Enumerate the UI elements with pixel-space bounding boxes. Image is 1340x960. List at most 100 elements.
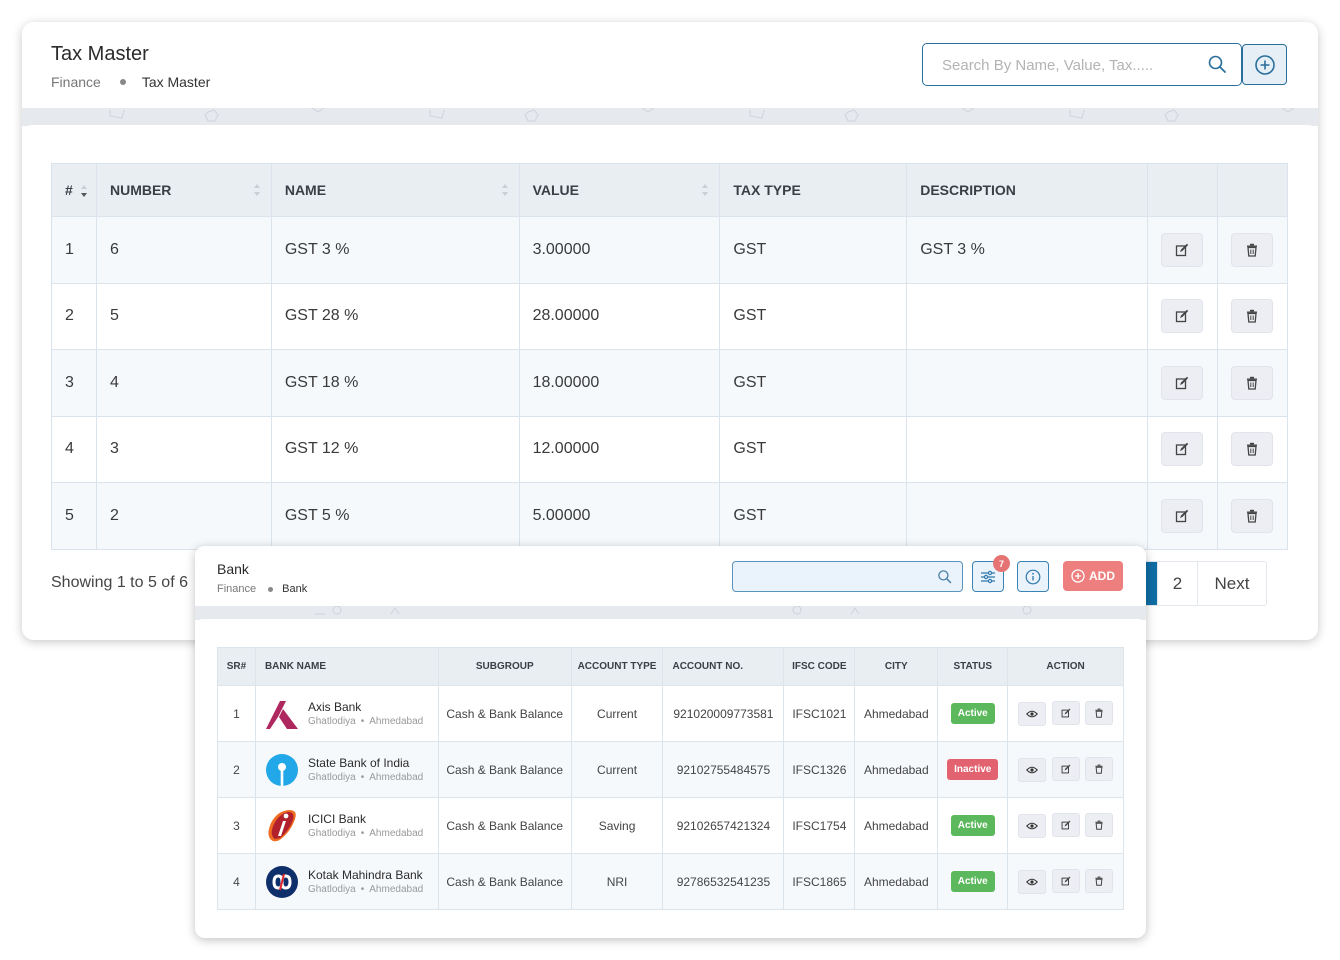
sort-desc-icon	[80, 185, 87, 198]
trash-icon	[1095, 764, 1103, 774]
view-button[interactable]	[1018, 702, 1047, 726]
cell-subgroup: Cash & Bank Balance	[437, 685, 572, 742]
info-icon	[1025, 569, 1041, 584]
delete-button[interactable]	[1084, 813, 1113, 837]
column-header-sr: SR#	[217, 647, 256, 686]
cell-name: GST 28 %	[270, 282, 520, 350]
trash-icon	[1095, 820, 1103, 830]
bank-name[interactable]: Kotak Mahindra Bank	[308, 868, 423, 882]
cell-value: 3.00000	[518, 216, 721, 284]
breadcrumb-current: Tax Master	[141, 74, 211, 90]
edit-button[interactable]	[1161, 365, 1204, 400]
edit-icon	[1061, 876, 1071, 886]
edit-button[interactable]	[1161, 498, 1204, 533]
cell-ifsc: IFSC1326	[783, 741, 856, 798]
edit-button[interactable]	[1051, 757, 1080, 781]
edit-icon	[1176, 509, 1189, 522]
trash-icon	[1095, 708, 1103, 718]
cell-number: 3	[95, 415, 272, 483]
edit-button[interactable]	[1161, 299, 1204, 334]
tax-search-input[interactable]	[942, 54, 1192, 76]
cell-value: 12.00000	[518, 415, 721, 483]
cell-ifsc: IFSC1021	[783, 685, 856, 742]
add-bank-button[interactable]: ADD	[1063, 561, 1123, 591]
edit-button[interactable]	[1051, 701, 1080, 725]
bank-search-input[interactable]	[741, 567, 931, 587]
info-button[interactable]	[1017, 561, 1049, 592]
bank-location: Ghatlodiya • Ahmedabad	[307, 828, 424, 839]
cell-description	[906, 482, 1149, 550]
bank-name[interactable]: ICICI Bank	[308, 812, 423, 826]
column-header-index[interactable]: #	[51, 163, 97, 217]
column-header-delete	[1216, 163, 1289, 217]
column-header-bank-name: BANK NAME	[254, 647, 439, 686]
tax-search-box	[922, 43, 1242, 86]
bank-location: Ghatlodiya • Ahmedabad	[307, 772, 424, 783]
kotak-bank-logo-icon	[265, 865, 298, 898]
decorative-pattern-band	[22, 108, 1318, 126]
sort-icon	[501, 184, 508, 196]
cell-sr: 3	[217, 797, 256, 854]
delete-button[interactable]	[1084, 869, 1113, 893]
cell-index: 3	[51, 349, 97, 417]
column-header-name[interactable]: NAME	[270, 163, 520, 217]
page-button-2[interactable]: 2	[1157, 562, 1197, 605]
column-header-subgroup: SUBGROUP	[437, 647, 572, 686]
breadcrumb-parent[interactable]: Finance	[217, 583, 256, 595]
table-row: 3 4 GST 18 % 18.00000 GST	[51, 349, 1289, 417]
status-badge: Inactive	[947, 759, 999, 780]
column-header-value[interactable]: VALUE	[518, 163, 721, 217]
delete-button[interactable]	[1084, 701, 1113, 725]
breadcrumb-parent[interactable]: Finance	[51, 74, 101, 90]
delete-button[interactable]	[1231, 299, 1274, 334]
column-header-action: ACTION	[1007, 647, 1124, 686]
column-header-tax-type: TAX TYPE	[719, 163, 908, 217]
cell-tax-type: GST	[719, 349, 908, 417]
search-icon[interactable]	[937, 569, 952, 584]
cell-city: Ahmedabad	[854, 685, 939, 742]
cell-city: Ahmedabad	[854, 797, 939, 854]
bank-table: SR# BANK NAME SUBGROUP ACCOUNT TYPE ACCO…	[217, 647, 1124, 910]
edit-button[interactable]	[1051, 869, 1080, 893]
cell-index: 4	[51, 415, 97, 483]
sort-icon	[253, 184, 260, 196]
cell-number: 6	[95, 216, 272, 284]
filter-count-badge: 7	[993, 555, 1010, 572]
pattern-shapes-icon	[315, 605, 1032, 615]
delete-button[interactable]	[1084, 757, 1113, 781]
delete-button[interactable]	[1231, 232, 1274, 267]
bank-name[interactable]: Axis Bank	[308, 700, 423, 714]
edit-button[interactable]	[1161, 232, 1204, 267]
cell-sr: 4	[217, 853, 256, 910]
view-button[interactable]	[1018, 870, 1047, 894]
tax-table: # NUMBER NAME VALUE TAX TYPE DESCRIPTION…	[51, 163, 1289, 550]
cell-description	[906, 415, 1149, 483]
trash-icon	[1095, 876, 1103, 886]
delete-button[interactable]	[1231, 365, 1274, 400]
bank-location: Ghatlodiya • Ahmedabad	[307, 716, 424, 727]
view-button[interactable]	[1018, 758, 1047, 782]
cell-tax-type: GST	[719, 482, 908, 550]
bank-header: Bank Finance Bank 7 ADD	[195, 546, 1146, 606]
next-page-button[interactable]: Next	[1197, 562, 1266, 605]
cell-sr: 1	[217, 685, 256, 742]
cell-description	[906, 282, 1149, 350]
cell-account-no: 92102657421324	[662, 797, 785, 854]
cell-name: GST 18 %	[270, 349, 520, 417]
edit-icon	[1176, 376, 1189, 389]
table-header-row: SR# BANK NAME SUBGROUP ACCOUNT TYPE ACCO…	[217, 647, 1124, 686]
edit-button[interactable]	[1161, 432, 1204, 467]
add-tax-button[interactable]	[1242, 44, 1287, 85]
delete-button[interactable]	[1231, 432, 1274, 467]
column-header-account-type: ACCOUNT TYPE	[570, 647, 664, 686]
view-button[interactable]	[1018, 814, 1047, 838]
search-icon[interactable]	[1207, 54, 1227, 74]
bank-name[interactable]: State Bank of India	[308, 756, 423, 770]
bank-page-title: Bank	[217, 561, 249, 577]
cell-account-type: Current	[570, 741, 664, 798]
delete-button[interactable]	[1231, 498, 1274, 533]
edit-button[interactable]	[1051, 813, 1080, 837]
table-header-row: # NUMBER NAME VALUE TAX TYPE DESCRIPTION	[51, 163, 1289, 217]
column-header-number[interactable]: NUMBER	[95, 163, 272, 217]
edit-icon	[1061, 764, 1071, 774]
